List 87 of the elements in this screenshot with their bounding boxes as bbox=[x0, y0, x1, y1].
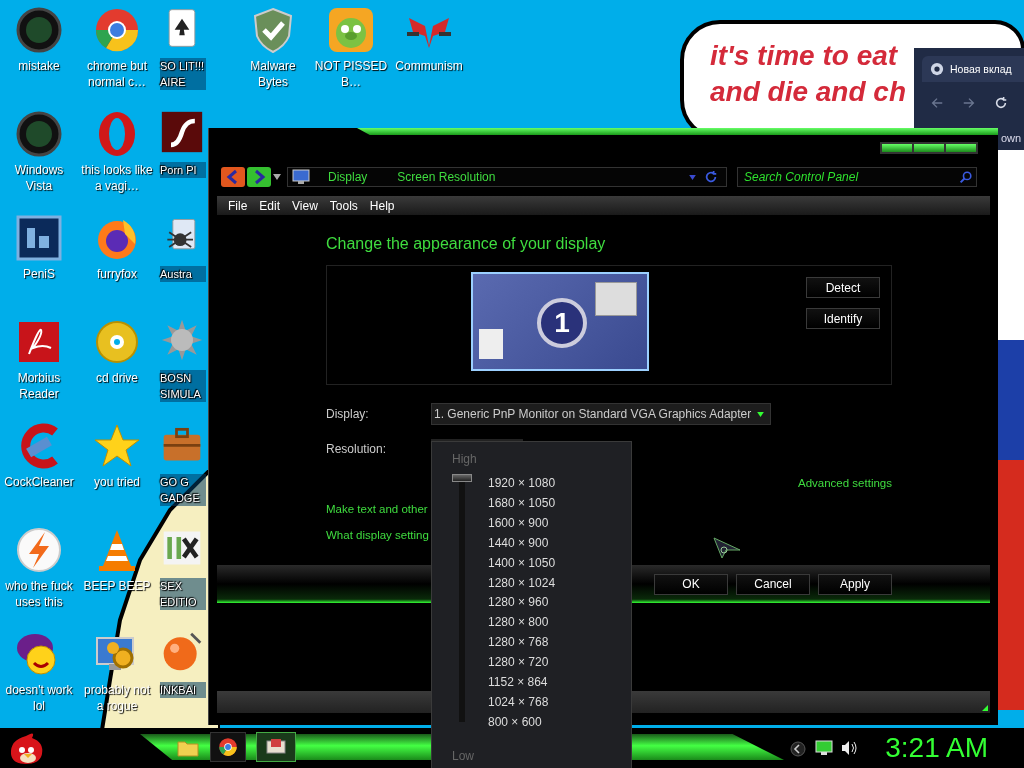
page-text: own bbox=[1001, 132, 1022, 144]
orb-icon[interactable] bbox=[15, 110, 63, 158]
resolution-option[interactable]: 1920 × 1080 bbox=[488, 474, 556, 494]
back-icon[interactable] bbox=[221, 167, 245, 187]
dialog-button[interactable]: OK bbox=[654, 573, 728, 595]
browser-tab[interactable]: Новая вклад bbox=[922, 56, 1024, 82]
monitor-preview[interactable]: 1 bbox=[471, 272, 649, 371]
window-thumbnail bbox=[595, 282, 637, 316]
forward-icon[interactable] bbox=[247, 167, 271, 187]
bubble-text: it's time to eat bbox=[710, 39, 898, 73]
field-label: Resolution: bbox=[326, 442, 388, 456]
desktop-icon-label[interactable]: SO LIT!!! AIRE bbox=[160, 58, 206, 90]
bubble-text: and die and ch bbox=[710, 75, 907, 109]
dialog-button[interactable]: Apply bbox=[818, 573, 892, 595]
desktop-icon-label[interactable]: BOSN SIMULA bbox=[160, 370, 206, 402]
resolution-option[interactable]: 800 × 600 bbox=[488, 712, 542, 733]
desktop-icon-label[interactable]: Porn Pl bbox=[160, 162, 206, 178]
lightning-icon[interactable] bbox=[15, 526, 63, 574]
advanced-settings-link[interactable]: Advanced settings bbox=[798, 477, 892, 489]
disc-icon[interactable] bbox=[93, 318, 141, 366]
help-link[interactable]: What display setting bbox=[326, 529, 429, 541]
search-field[interactable]: Search Control Panel bbox=[737, 167, 977, 187]
monitor-icon bbox=[292, 169, 310, 185]
resolution-option[interactable]: 1280 × 800 bbox=[488, 613, 549, 634]
pig-face-icon[interactable] bbox=[327, 6, 375, 54]
monitor-number: 1 bbox=[554, 307, 570, 339]
speaker-icon[interactable] bbox=[840, 740, 858, 756]
taskbar-button[interactable] bbox=[256, 732, 296, 762]
resolution-option[interactable]: 1600 × 900 bbox=[488, 513, 549, 534]
back-icon[interactable] bbox=[930, 96, 944, 110]
resolution-option[interactable]: 1400 × 1050 bbox=[488, 553, 556, 574]
menu-item[interactable]: File bbox=[223, 198, 253, 213]
desktop-icon-label[interactable]: SEX EDITIO bbox=[160, 578, 206, 610]
resolution-option[interactable]: 1024 × 768 bbox=[488, 692, 549, 713]
resolution-option[interactable]: 1280 × 960 bbox=[488, 593, 549, 614]
menu-item[interactable]: Edit bbox=[254, 198, 286, 213]
search-icon[interactable] bbox=[959, 171, 972, 184]
help-link[interactable]: Make text and other bbox=[326, 503, 428, 515]
clock[interactable]: 3:21 AM bbox=[885, 732, 988, 764]
slider-high-label: High bbox=[452, 452, 477, 466]
chevron-icon[interactable] bbox=[790, 741, 806, 757]
desktop-icon-label[interactable]: GO G GADGE bbox=[160, 474, 206, 506]
maximize-button[interactable] bbox=[914, 144, 944, 152]
address-bar[interactable]: Display Screen Resolution bbox=[287, 167, 727, 187]
resolution-option[interactable]: 1280 × 1024 bbox=[488, 573, 556, 594]
resolution-option[interactable]: 1152 × 864 bbox=[488, 673, 548, 693]
dialog-button[interactable]: Cancel bbox=[736, 573, 810, 595]
flash-icon[interactable] bbox=[160, 110, 204, 154]
square-badge-icon[interactable] bbox=[15, 214, 63, 262]
preview-button[interactable]: Detect bbox=[806, 277, 880, 298]
resolution-option[interactable]: 1440 × 900 bbox=[488, 533, 549, 554]
breadcrumb-link[interactable]: Display bbox=[318, 170, 380, 184]
preview-button[interactable]: Identify bbox=[806, 308, 880, 329]
resolution-option[interactable]: 1280 × 768 bbox=[488, 633, 549, 654]
display-dropdown[interactable]: 1. Generic PnP Monitor on Standard VGA Graphics Adapter bbox=[431, 403, 772, 425]
slider-thumb[interactable] bbox=[452, 474, 472, 482]
resolution-option[interactable]: 1280 × 720 bbox=[488, 653, 549, 674]
desktop-icon-label[interactable]: Austra bbox=[160, 266, 206, 282]
caret-icon[interactable] bbox=[273, 174, 281, 180]
desktop-icon-label[interactable]: INKBAI bbox=[160, 682, 206, 698]
browser-icon[interactable] bbox=[93, 6, 141, 54]
resolution-option[interactable]: 1680 × 1050 bbox=[488, 493, 556, 514]
menu-item[interactable]: Help bbox=[364, 198, 400, 213]
field-label: Display: bbox=[326, 407, 370, 421]
document-thumbnail bbox=[479, 329, 503, 359]
cursor-icon bbox=[712, 536, 742, 560]
close-button[interactable] bbox=[946, 144, 976, 152]
minimize-button[interactable] bbox=[882, 144, 912, 152]
dropdown-value: 1. Generic PnP Monitor on Standard VGA Graphics Adapter bbox=[434, 407, 752, 421]
forward-icon[interactable] bbox=[962, 96, 976, 110]
browser-icon bbox=[218, 737, 238, 757]
reload-icon[interactable] bbox=[994, 96, 1008, 110]
slider-low-label: Low bbox=[452, 748, 474, 763]
breadcrumb-link[interactable]: Screen Resolution bbox=[387, 170, 508, 184]
star-icon[interactable] bbox=[93, 422, 141, 470]
tab-title: Новая вклад bbox=[950, 63, 1012, 75]
caret-icon bbox=[757, 411, 765, 417]
refresh-icon[interactable] bbox=[704, 170, 718, 184]
resize-grip-icon[interactable] bbox=[982, 705, 988, 711]
page-heading: Change the appearance of your display bbox=[326, 235, 607, 253]
menu-item[interactable]: View bbox=[287, 198, 323, 213]
menu-item[interactable]: Tools bbox=[324, 198, 363, 213]
orb-icon[interactable] bbox=[15, 6, 63, 54]
display-settings-icon bbox=[265, 737, 287, 757]
monitor-icon[interactable] bbox=[815, 740, 833, 756]
taskbar-button[interactable] bbox=[210, 732, 246, 762]
browser-icon bbox=[930, 62, 944, 76]
